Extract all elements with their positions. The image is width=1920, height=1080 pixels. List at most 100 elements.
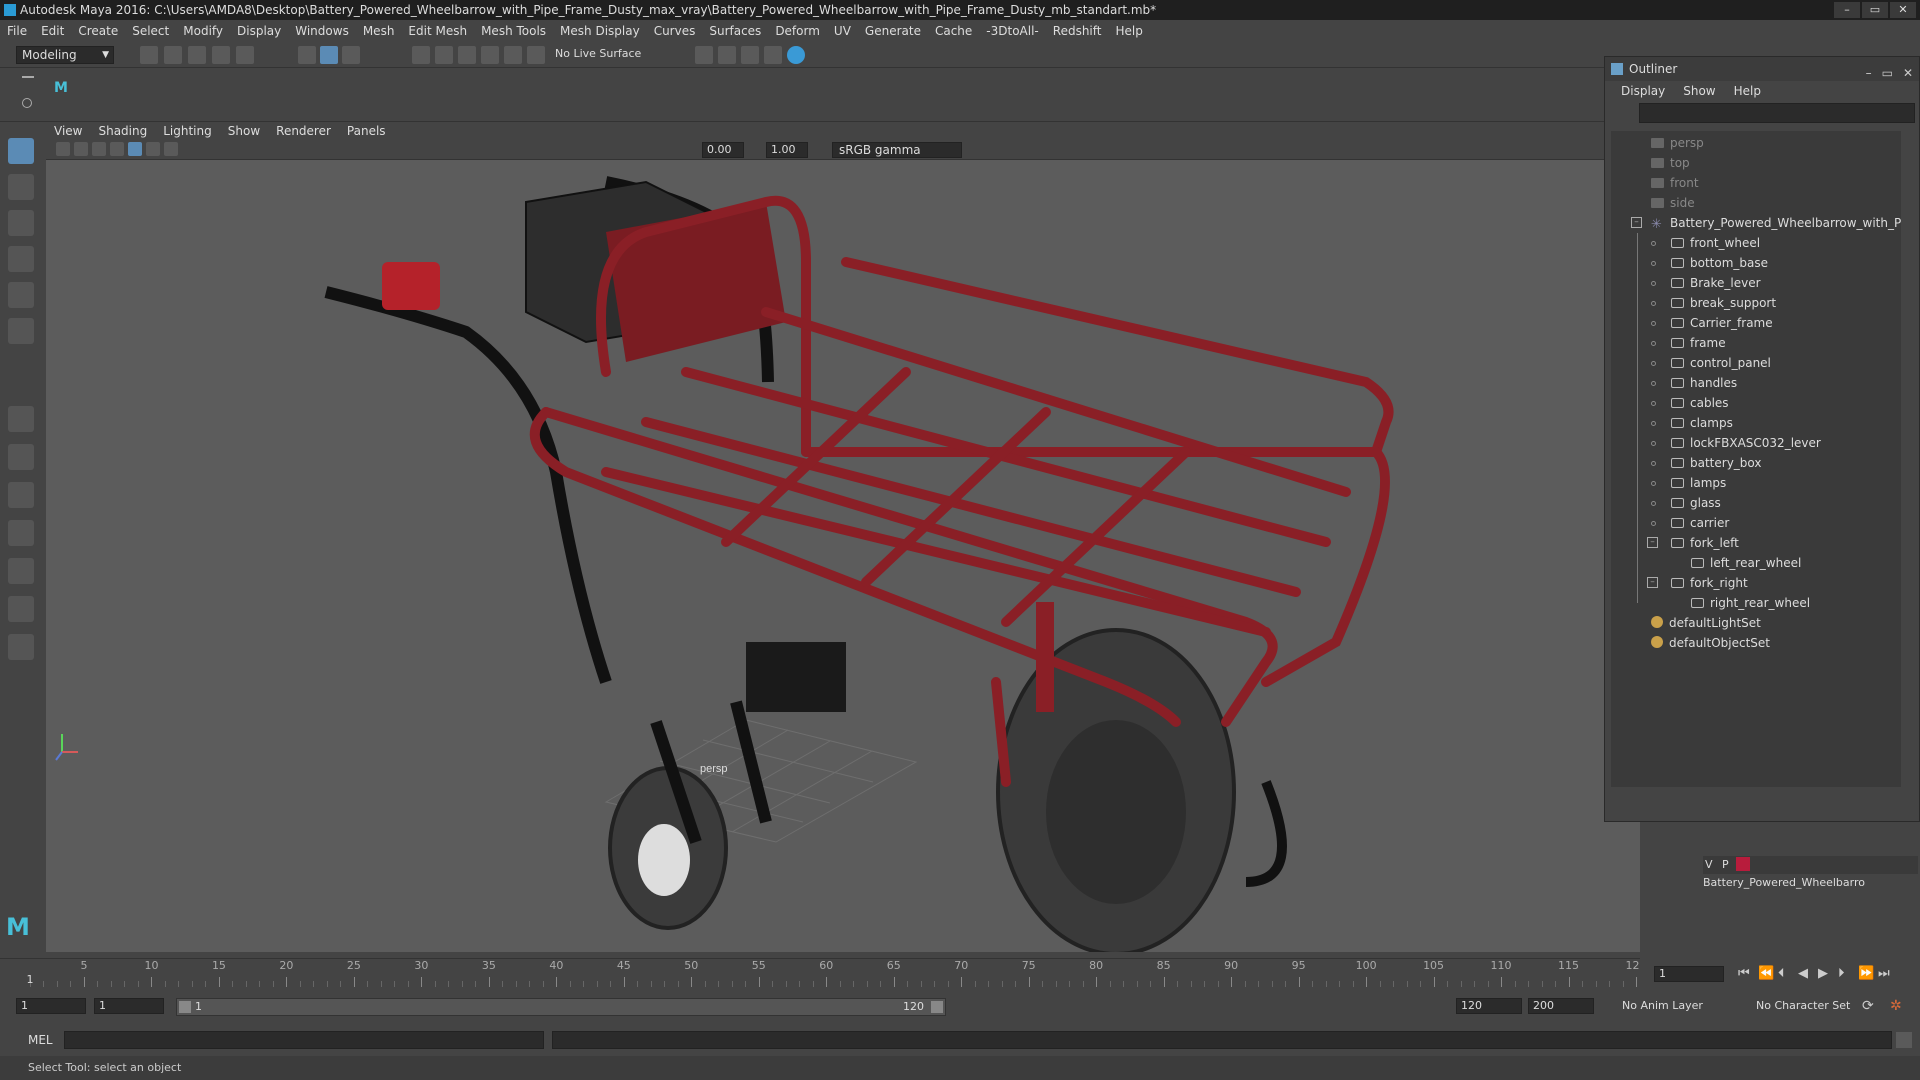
new-scene-icon[interactable] (140, 46, 158, 64)
play-forward-icon[interactable]: ▶ (1818, 966, 1828, 981)
ipr-render-icon[interactable] (741, 46, 759, 64)
viewport-menu-view[interactable]: View (54, 124, 82, 138)
outliner-menu-show[interactable]: Show (1683, 84, 1715, 98)
outliner-item-front_wheel[interactable]: front_wheel (1671, 233, 1760, 253)
select-hierarchy-icon[interactable] (298, 46, 316, 64)
outliner-item-fork-right[interactable]: fork_right (1671, 573, 1748, 593)
outliner-item-control_panel[interactable]: control_panel (1671, 353, 1771, 373)
outliner-search-input[interactable] (1639, 103, 1915, 123)
outliner-camera-side[interactable]: side (1651, 193, 1695, 213)
save-scene-icon[interactable] (188, 46, 206, 64)
expand-fork-left-toggle[interactable]: – (1647, 537, 1658, 548)
menu-generate[interactable]: Generate (858, 24, 928, 38)
outliner-camera-persp[interactable]: persp (1651, 133, 1704, 153)
step-back-frame-icon[interactable]: ⏴ (1778, 966, 1785, 981)
outliner-item-carrier[interactable]: carrier (1671, 513, 1729, 533)
outliner-item-battery_box[interactable]: battery_box (1671, 453, 1762, 473)
two-panes-layout-icon[interactable] (8, 482, 34, 508)
menu-mesh-display[interactable]: Mesh Display (553, 24, 647, 38)
minimize-button[interactable]: – (1834, 2, 1860, 18)
custom-layout-icon[interactable] (8, 634, 34, 660)
viewport-menu-show[interactable]: Show (228, 124, 260, 138)
render-current-icon[interactable] (718, 46, 736, 64)
outliner-item-handles[interactable]: handles (1671, 373, 1737, 393)
menu-modify[interactable]: Modify (176, 24, 230, 38)
outliner-camera-front[interactable]: front (1651, 173, 1699, 193)
menu-uv[interactable]: UV (827, 24, 858, 38)
step-back-key-icon[interactable]: ⏪ (1758, 966, 1774, 981)
outliner-item-cables[interactable]: cables (1671, 393, 1729, 413)
viewport-menu-lighting[interactable]: Lighting (163, 124, 212, 138)
outliner-item-brake_lever[interactable]: Brake_lever (1671, 273, 1761, 293)
select-object-icon[interactable] (320, 46, 338, 64)
outliner-menu-display[interactable]: Display (1621, 84, 1665, 98)
outliner-menu-help[interactable]: Help (1734, 84, 1761, 98)
menu-deform[interactable]: Deform (768, 24, 827, 38)
command-input[interactable] (64, 1031, 544, 1049)
viewport-3d[interactable]: persp (46, 122, 1640, 952)
camera-attributes-icon[interactable] (56, 142, 70, 156)
four-view-layout-icon[interactable] (8, 444, 34, 470)
undo-icon[interactable] (212, 46, 230, 64)
rotate-tool-icon[interactable] (8, 282, 34, 308)
viewport-menu-panels[interactable]: Panels (347, 124, 386, 138)
go-to-end-icon[interactable]: ⏭ (1878, 966, 1890, 981)
preferences-icon[interactable]: ✲ (1890, 998, 1902, 1014)
step-forward-frame-icon[interactable]: ⏵ (1838, 966, 1845, 981)
menu-mesh[interactable]: Mesh (356, 24, 402, 38)
range-end-handle[interactable] (931, 1001, 943, 1013)
layer-visibility[interactable]: V (1705, 858, 1713, 871)
mode-selector[interactable]: Modeling ▼ (16, 46, 114, 64)
menu-surfaces[interactable]: Surfaces (702, 24, 768, 38)
menu-curves[interactable]: Curves (647, 24, 703, 38)
outliner-item-carrier_frame[interactable]: Carrier_frame (1671, 313, 1773, 333)
snap-view-icon[interactable] (481, 46, 499, 64)
mel-label[interactable]: MEL (28, 1033, 53, 1047)
shelf-settings-icon[interactable] (22, 98, 32, 108)
close-button[interactable]: ✕ (1890, 2, 1916, 18)
snap-point-icon[interactable] (458, 46, 476, 64)
range-slider[interactable]: 1 120 (176, 998, 946, 1016)
scale-tool-icon[interactable] (8, 318, 34, 344)
layer-row[interactable]: V P Battery_Powered_Wheelbarro (1703, 856, 1918, 889)
move-tool-icon[interactable] (8, 246, 34, 272)
outliner-item-fork-left[interactable]: fork_left (1671, 533, 1739, 553)
auto-key-icon[interactable]: ⟳ (1862, 998, 1874, 1014)
magnet-icon[interactable] (527, 46, 545, 64)
viewport-menu-shading[interactable]: Shading (98, 124, 147, 138)
outliner-tree[interactable]: persp top front side – ✳ Battery_Powered_Wheel… (1611, 131, 1901, 787)
outliner-layout-icon[interactable] (8, 520, 34, 546)
render-view-icon[interactable] (764, 46, 782, 64)
menu-select[interactable]: Select (125, 24, 176, 38)
expand-fork-right-toggle[interactable]: – (1647, 577, 1658, 588)
close-icon[interactable]: ✕ (1903, 61, 1913, 85)
play-backward-icon[interactable]: ◀ (1798, 966, 1808, 981)
select-component-icon[interactable] (342, 46, 360, 64)
textured-icon[interactable] (146, 142, 160, 156)
smooth-shade-icon[interactable] (128, 142, 142, 156)
maya-home-icon[interactable]: M (6, 914, 34, 940)
lasso-tool-icon[interactable] (8, 174, 34, 200)
expand-root-toggle[interactable]: – (1631, 217, 1642, 228)
playback-start-field[interactable]: 1 (94, 998, 164, 1014)
single-perspective-layout-icon[interactable] (8, 406, 34, 432)
step-forward-key-icon[interactable]: ⏩ (1858, 966, 1874, 981)
layer-color-swatch[interactable] (1736, 857, 1751, 871)
layer-playback[interactable]: P (1722, 858, 1729, 871)
bookmark-icon[interactable] (74, 142, 88, 156)
snap-grid-icon[interactable] (412, 46, 430, 64)
menu-3dtoall[interactable]: -3DtoAll- (979, 24, 1045, 38)
outliner-set-defaultobjectset[interactable]: defaultObjectSet (1651, 633, 1770, 653)
snap-surface-icon[interactable] (504, 46, 522, 64)
paint-select-tool-icon[interactable] (8, 210, 34, 236)
current-time-marker[interactable]: 1 (27, 973, 34, 986)
outliner-item-frame[interactable]: frame (1671, 333, 1726, 353)
snap-curve-icon[interactable] (435, 46, 453, 64)
character-set-select[interactable]: No Character Set (1756, 999, 1850, 1012)
node-layout-icon[interactable] (8, 596, 34, 622)
outliner-item-break_support[interactable]: break_support (1671, 293, 1776, 313)
current-frame-field[interactable]: 1 (1654, 966, 1724, 982)
menu-edit-mesh[interactable]: Edit Mesh (401, 24, 474, 38)
range-start-handle[interactable] (179, 1001, 191, 1013)
outliner-item-bottom_base[interactable]: bottom_base (1671, 253, 1768, 273)
